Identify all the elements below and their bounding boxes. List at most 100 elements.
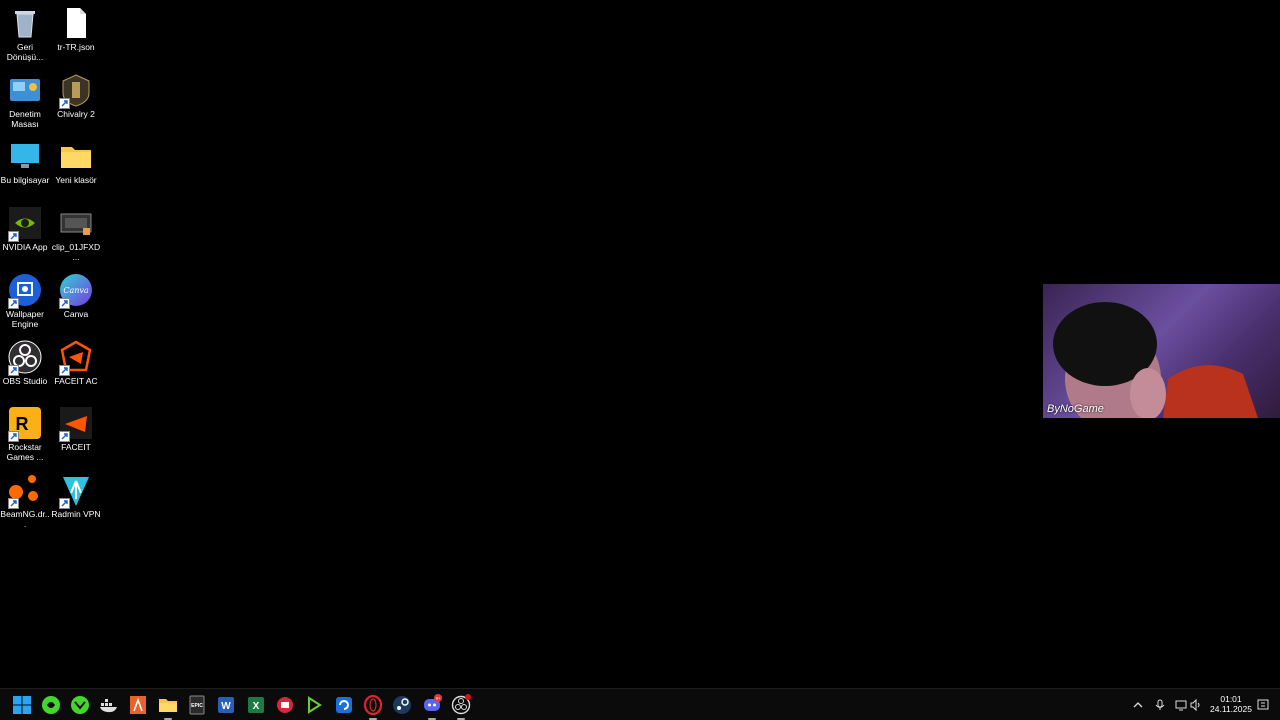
desktop-icon-label: FACEIT bbox=[61, 442, 91, 453]
desktop-icon-yeni-klas-r[interactable]: Yeni klasör bbox=[51, 135, 101, 199]
desktop-icon-label: clip_01JFXD... bbox=[51, 242, 101, 263]
obs-icon bbox=[448, 694, 474, 716]
taskbar-docker-button[interactable] bbox=[96, 693, 122, 717]
steam-icon bbox=[389, 694, 415, 716]
svg-text:EPIC: EPIC bbox=[191, 703, 203, 709]
desktop-icon-obs-studio[interactable]: OBS Studio bbox=[0, 336, 50, 400]
folder-icon bbox=[59, 139, 93, 173]
excel-icon: X bbox=[243, 694, 269, 716]
shortcut-arrow-icon bbox=[8, 431, 19, 443]
taskbar-start-button[interactable] bbox=[9, 693, 35, 717]
webcam-person-image bbox=[1053, 302, 1258, 418]
folder-icon bbox=[155, 694, 181, 716]
shortcut-arrow-icon bbox=[59, 431, 70, 443]
notification-icon[interactable] bbox=[1256, 698, 1270, 712]
desktop-icon-label: NVIDIA App bbox=[2, 242, 48, 253]
taskbar-blue-app-button[interactable] bbox=[331, 693, 357, 717]
epic-games-icon: EPIC bbox=[184, 694, 210, 716]
nvidia-icon bbox=[8, 206, 42, 243]
desktop-icon-denetim-masas[interactable]: Denetim Masası bbox=[0, 69, 50, 133]
shortcut-arrow-icon bbox=[59, 297, 70, 309]
desktop-icon-tr-tr-json[interactable]: tr-TR.json bbox=[51, 2, 101, 66]
desktop-icon-clip-01jfxd[interactable]: clip_01JFXD... bbox=[51, 202, 101, 266]
shortcut-arrow-icon bbox=[8, 297, 19, 309]
svg-text:Canva: Canva bbox=[63, 286, 89, 295]
desktop-icon-canva[interactable]: Canva Canva bbox=[51, 269, 101, 333]
taskbar-play-button[interactable] bbox=[301, 693, 327, 717]
orange-app-icon bbox=[125, 694, 151, 716]
svg-text:9+: 9+ bbox=[436, 696, 441, 701]
shortcut-arrow-icon bbox=[8, 497, 19, 509]
desktop-icon-label: Canva bbox=[63, 308, 89, 319]
play-icon bbox=[301, 694, 327, 716]
desktop-icon-label: Chivalry 2 bbox=[57, 108, 95, 119]
windows-icon bbox=[9, 694, 35, 716]
webcam-overlay: ByNoGame bbox=[1043, 284, 1280, 418]
microphone-icon[interactable] bbox=[1153, 698, 1167, 712]
desktop-icon-faceit-ac[interactable]: FACEIT AC bbox=[51, 336, 101, 400]
desktop-icon-rockstar-games[interactable]: R Rockstar Games ... bbox=[0, 402, 50, 466]
control-panel-icon bbox=[8, 73, 42, 107]
svg-text:X: X bbox=[253, 701, 260, 712]
taskbar-razer-2-button[interactable] bbox=[67, 693, 93, 717]
recycle-bin-icon bbox=[8, 6, 42, 40]
taskbar-epic-button[interactable]: EPIC bbox=[184, 693, 210, 717]
desktop-icon-label: Geri Dönüşü... bbox=[6, 42, 44, 62]
desktop-icon-label: BeamNG.dr... bbox=[0, 508, 50, 529]
beamng-icon bbox=[8, 473, 42, 509]
desktop-icon-radmin-vpn[interactable]: Radmin VPN bbox=[51, 469, 101, 533]
desktop-icon-label: Rockstar Games ... bbox=[6, 442, 44, 463]
taskbar: EPIC W X 9+ 01:01 24.11.2025 bbox=[0, 688, 1280, 720]
desktop-icon-label: tr-TR.json bbox=[57, 42, 95, 52]
desktop-icon-beamng-dr[interactable]: BeamNG.dr... bbox=[0, 469, 50, 533]
radmin-icon bbox=[59, 473, 93, 509]
computer-icon bbox=[8, 139, 42, 173]
desktop-icon-label: Wallpaper Engine bbox=[6, 308, 44, 329]
faceit-icon bbox=[59, 406, 93, 443]
blue-app-icon bbox=[331, 694, 357, 716]
video-file-icon bbox=[59, 206, 93, 240]
desktop-icon-wallpaper-engine[interactable]: Wallpaper Engine bbox=[0, 269, 50, 333]
taskbar-excel-button[interactable]: X bbox=[243, 693, 269, 717]
svg-text:W: W bbox=[221, 701, 231, 712]
rockstar-icon: R bbox=[8, 406, 42, 443]
desktop-icon-chivalry-2[interactable]: Chivalry 2 bbox=[51, 69, 101, 133]
desktop-icon-nvidia-app[interactable]: NVIDIA App bbox=[0, 202, 50, 266]
desktop-icon-label: OBS Studio bbox=[2, 375, 48, 386]
shortcut-arrow-icon bbox=[8, 231, 19, 243]
red-app-icon bbox=[272, 694, 298, 716]
shortcut-arrow-icon bbox=[59, 364, 70, 376]
taskbar-tool-button[interactable] bbox=[125, 693, 151, 717]
taskbar-obs-button[interactable] bbox=[448, 693, 474, 720]
razer-synapse-icon bbox=[67, 694, 93, 716]
file-icon bbox=[59, 6, 93, 40]
word-icon: W bbox=[213, 694, 239, 716]
chevron-up-icon[interactable] bbox=[1131, 698, 1145, 712]
shortcut-arrow-icon bbox=[59, 497, 70, 509]
webcam-label: ByNoGame bbox=[1047, 403, 1104, 415]
clock[interactable]: 01:01 24.11.2025 bbox=[1204, 694, 1258, 714]
desktop-icon-label: Bu bilgisayar bbox=[0, 175, 50, 186]
desktop-icon-label: Radmin VPN bbox=[51, 508, 101, 519]
chivalry-icon bbox=[59, 73, 93, 109]
taskbar-explorer-button[interactable] bbox=[155, 693, 181, 720]
desktop-icon-bu-bilgisayar[interactable]: Bu bilgisayar bbox=[0, 135, 50, 199]
clock-time: 01:01 bbox=[1220, 694, 1242, 704]
razer-icon bbox=[38, 694, 64, 716]
desktop-icon-faceit[interactable]: FACEIT bbox=[51, 402, 101, 466]
desktop-icon-label: Denetim Masası bbox=[9, 108, 41, 129]
taskbar-word-button[interactable]: W bbox=[213, 693, 239, 717]
taskbar-opera-button[interactable] bbox=[360, 693, 386, 720]
taskbar-discord-button[interactable]: 9+ bbox=[419, 693, 445, 720]
taskbar-razer-1-button[interactable] bbox=[38, 693, 64, 717]
desktop-icon-label: Yeni klasör bbox=[55, 175, 97, 186]
taskbar-steam-button[interactable] bbox=[389, 693, 415, 717]
volume-icon[interactable] bbox=[1189, 698, 1203, 712]
obs-icon bbox=[8, 340, 42, 376]
network-icon[interactable] bbox=[1174, 698, 1188, 712]
desktop-icon-geri-d-n[interactable]: Geri Dönüşü... bbox=[0, 2, 50, 66]
wallpaper-engine-icon bbox=[8, 273, 42, 309]
taskbar-red-app-button[interactable] bbox=[272, 693, 298, 717]
canva-icon: Canva bbox=[59, 273, 93, 309]
desktop-icon-label: FACEIT AC bbox=[54, 375, 98, 386]
